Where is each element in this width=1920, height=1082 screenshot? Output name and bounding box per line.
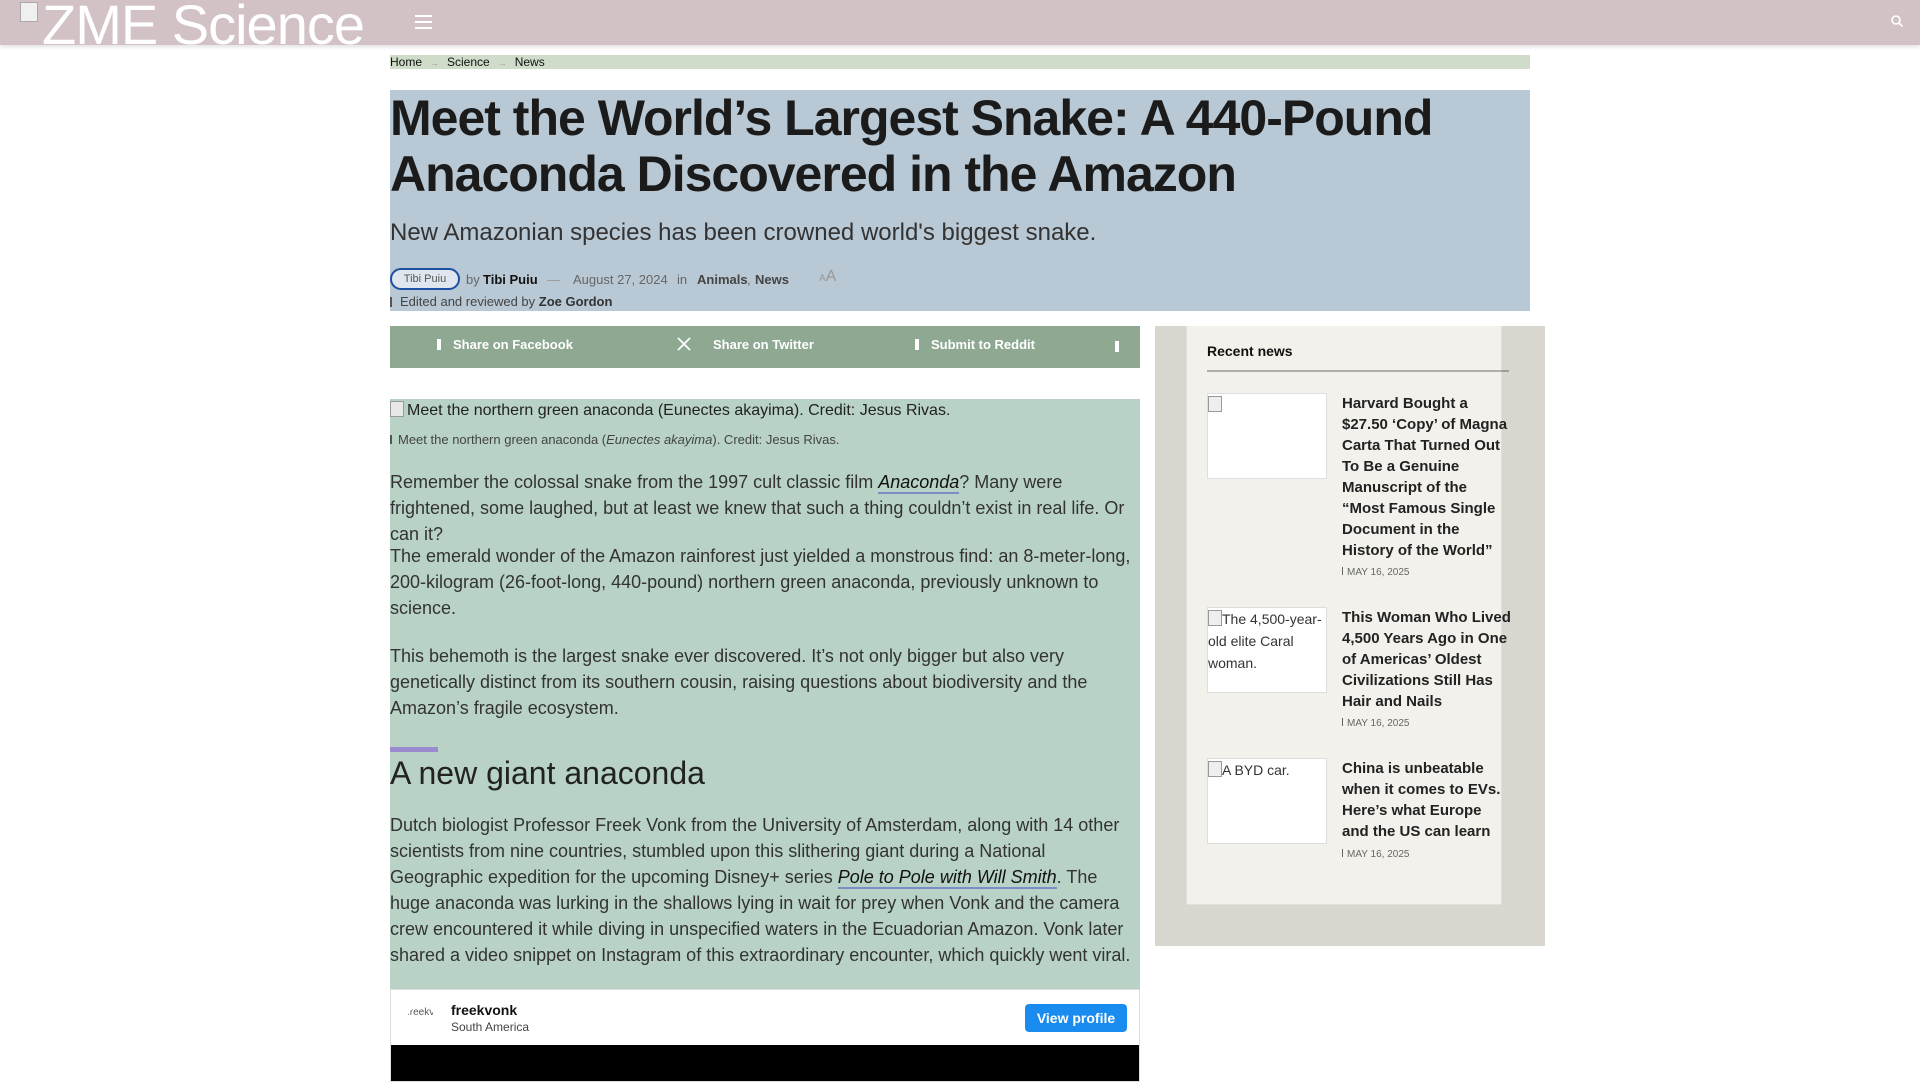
broken-image-icon (1208, 610, 1222, 626)
section-heading: A new giant anaconda (390, 755, 705, 791)
paragraph-4: Dutch biologist Professor Freek Vonk fro… (390, 815, 1131, 965)
editor-name[interactable]: Zoe Gordon (539, 294, 613, 309)
embed-location: South America (451, 1020, 530, 1034)
divider (1207, 370, 1509, 372)
paragraph-3: This behemoth is the largest snake ever … (390, 646, 1088, 718)
anaconda-link[interactable]: Anaconda (878, 472, 960, 494)
breadcrumb-science[interactable]: Science (447, 55, 490, 69)
pole-to-pole-link[interactable]: Pole to Pole with Will Smith (837, 867, 1057, 889)
breadcrumb-news[interactable]: News (515, 55, 545, 69)
share-facebook-button[interactable]: Share on Facebook (437, 326, 573, 368)
edited-by: Edited and reviewed by Zoe Gordon (390, 294, 612, 309)
more-share-icon[interactable] (1115, 341, 1119, 352)
paragraph-1: Remember the colossal snake from the 199… (390, 472, 1125, 544)
news-headline[interactable]: Harvard Bought a $27.50 ‘Copy’ of Magna … (1342, 393, 1512, 561)
breadcrumb-separator: → (497, 58, 507, 68)
article-header: Meet the World’s Largest Snake: A 440-Po… (390, 90, 1530, 311)
calendar-icon (1342, 718, 1343, 726)
category-news[interactable]: News (755, 272, 789, 287)
news-headline[interactable]: China is unbeatable when it comes to EVs… (1342, 758, 1512, 842)
embed-username[interactable]: freekvonk (451, 1002, 517, 1018)
image-caption: Meet the northern green anaconda (Eunect… (390, 432, 840, 447)
camera-icon (390, 435, 392, 444)
news-thumbnail[interactable]: The 4,500-year-old elite Caral woman. (1207, 607, 1327, 693)
embed-video[interactable] (391, 1045, 1139, 1081)
article-title: Meet the World’s Largest Snake: A 440-Po… (390, 90, 1433, 202)
breadcrumb-separator: → (430, 58, 440, 68)
share-bar: Share on Facebook Share on Twitter Submi… (390, 326, 1140, 368)
news-thumbnail[interactable]: A BYD car. (1207, 758, 1327, 844)
category-animals[interactable]: Animals (697, 272, 748, 287)
in-label: in (677, 272, 688, 287)
share-twitter-button[interactable]: Share on Twitter (677, 326, 814, 368)
logo-text: ZME Science (42, 0, 365, 56)
instagram-embed: freekvonk freekvonk South America View p… (390, 989, 1140, 1082)
article-subtitle: New Amazonian species has been crowned w… (390, 219, 1097, 246)
heading-accent-bar (390, 747, 438, 752)
broken-image-icon (390, 401, 404, 417)
news-headline[interactable]: This Woman Who Lived 4,500 Years Ago in … (1342, 607, 1512, 712)
x-twitter-icon (677, 337, 691, 351)
site-logo[interactable]: ZME Science (20, 0, 365, 56)
news-date: MAY 16, 2025 (1342, 567, 1409, 578)
breadcrumb: Home → Science → News (390, 55, 1530, 69)
news-date: MAY 16, 2025 (1342, 849, 1409, 860)
calendar-icon (1342, 567, 1343, 575)
meta-dash: — (547, 272, 560, 287)
search-icon[interactable] (1890, 14, 1904, 28)
article-body: Meet the northern green anaconda (Eunect… (390, 399, 1140, 1082)
font-size-toggle[interactable]: AA (819, 268, 836, 286)
broken-image-icon (20, 2, 38, 22)
submit-reddit-button[interactable]: Submit to Reddit (915, 326, 1035, 368)
edited-prefix: Edited and reviewed by (400, 294, 536, 309)
breadcrumb-home[interactable]: Home (390, 55, 422, 69)
broken-image-icon (1208, 396, 1222, 412)
publish-date: August 27, 2024 (573, 272, 668, 287)
author-avatar[interactable]: Tibi Puiu (390, 268, 460, 290)
facebook-icon (437, 339, 441, 350)
news-date: MAY 16, 2025 (1342, 718, 1409, 729)
sidebar: Recent news Harvard Bought a $27.50 ‘Cop… (1155, 326, 1545, 946)
featured-image: Meet the northern green anaconda (Eunect… (390, 401, 950, 420)
calendar-icon (1342, 849, 1343, 857)
recent-news-title: Recent news (1207, 343, 1293, 359)
author-link[interactable]: Tibi Puiu (483, 272, 538, 287)
category-comma: , (747, 272, 751, 287)
news-thumbnail[interactable] (1207, 393, 1327, 479)
recent-news-widget: Recent news Harvard Bought a $27.50 ‘Cop… (1186, 326, 1511, 905)
view-profile-button[interactable]: View profile (1025, 1004, 1127, 1032)
embed-avatar[interactable]: freekvonk (407, 1006, 435, 1034)
site-header: ZME Science (0, 0, 1920, 55)
broken-image-icon (1208, 761, 1222, 777)
pencil-icon (390, 297, 392, 307)
menu-icon[interactable] (415, 15, 432, 29)
by-label: by (466, 272, 480, 287)
paragraph-2: The emerald wonder of the Amazon rainfor… (390, 546, 1131, 618)
reddit-icon (915, 339, 919, 350)
